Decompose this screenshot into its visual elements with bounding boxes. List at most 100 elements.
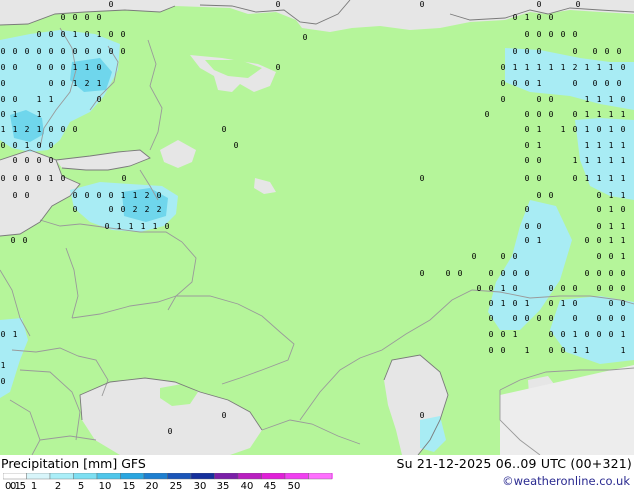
precip-value-label: 0	[13, 191, 18, 200]
precip-value-label: 0	[621, 95, 626, 104]
precip-value-label: 0	[573, 314, 578, 323]
precip-value-label: 0	[525, 269, 530, 278]
precip-value-label: 0	[222, 411, 227, 420]
precip-value-label: 0	[49, 47, 54, 56]
precip-value-label: 0	[513, 299, 518, 308]
precip-value-label: 1	[609, 110, 614, 119]
color-scale-ticks: 0.10.5 1 2 5 10 15 20 25 30 35 40 45 50	[5, 481, 300, 490]
precip-value-label: 0	[537, 0, 542, 9]
credit-link[interactable]: ©weatheronline.co.uk	[502, 474, 630, 488]
precip-value-label: 1	[501, 299, 506, 308]
precip-value-label: 1	[97, 30, 102, 39]
precip-value-label: 0	[1, 330, 6, 339]
color-scale-swatch	[120, 473, 145, 480]
color-scale-tick-label: 40	[241, 481, 254, 490]
precip-value-label: 0	[605, 79, 610, 88]
precip-value-label: 1	[585, 95, 590, 104]
precip-value-label: 2	[573, 63, 578, 72]
precip-value-label: 0	[537, 95, 542, 104]
precip-value-label: 0	[109, 205, 114, 214]
precip-value-label: 0	[525, 174, 530, 183]
precip-value-label: 0	[1, 377, 6, 386]
precip-value-label: 0	[525, 141, 530, 150]
precip-value-label: 1	[573, 156, 578, 165]
precip-value-label: 0	[609, 330, 614, 339]
precip-value-label: 0	[13, 156, 18, 165]
precip-value-label: 0	[73, 205, 78, 214]
precip-value-label: 0	[446, 269, 451, 278]
color-scale-tick-label: 5	[78, 481, 84, 490]
precip-value-label: 0	[549, 330, 554, 339]
precip-value-label: 0	[276, 0, 281, 9]
color-scale-tick-label: 0.5	[10, 481, 26, 490]
legend-model: GFS	[121, 456, 146, 471]
precip-value-label: 1	[537, 236, 542, 245]
precip-value-label: 0	[73, 125, 78, 134]
precip-value-label: 0	[489, 284, 494, 293]
precip-value-label: 1	[97, 79, 102, 88]
precip-value-label: 1	[621, 330, 626, 339]
precip-value-label: 0	[597, 269, 602, 278]
map-canvas: 0 0 0 00 0 0 1 0 1 0 00 0 0 0 0 0 0 0 0 0 00 0 0 0 0 1 1 00 0 0 1 2 10 0 1…	[0, 0, 634, 455]
precip-value-label: 0	[573, 299, 578, 308]
precip-value-label: 1	[585, 125, 590, 134]
precip-value-label: 0	[597, 205, 602, 214]
precip-value-label: 0	[609, 314, 614, 323]
precip-value-label: 0	[49, 156, 54, 165]
precip-value-label: 1	[73, 63, 78, 72]
precip-value-label: 0	[25, 174, 30, 183]
precip-value-label: 2	[145, 191, 150, 200]
precip-value-label: 0	[13, 47, 18, 56]
precip-value-label: 0	[537, 13, 542, 22]
precip-value-label: 0	[525, 47, 530, 56]
precip-value-label: 1	[585, 156, 590, 165]
precip-value-label: 0	[73, 47, 78, 56]
precip-value-label: 0	[25, 156, 30, 165]
legend-variable: Precipitation [mm]	[1, 456, 118, 471]
precip-value-label: 0	[61, 30, 66, 39]
precip-value-label: 1	[609, 174, 614, 183]
precip-value-label: 0	[1, 63, 6, 72]
precip-value-label: 0	[549, 30, 554, 39]
precip-value-label: 2	[85, 79, 90, 88]
precip-value-label: 1	[537, 63, 542, 72]
color-scale-tick-label: 10	[99, 481, 112, 490]
precip-value-label: 0	[49, 79, 54, 88]
precip-value-label: 1	[597, 156, 602, 165]
precip-value-label: 1	[609, 205, 614, 214]
precip-value-label: 1	[525, 346, 530, 355]
precip-value-label: 0	[525, 236, 530, 245]
precip-value-label: 0	[61, 13, 66, 22]
precip-value-label: 0	[549, 191, 554, 200]
precip-value-label: 0	[513, 269, 518, 278]
precip-value-label: 0	[525, 79, 530, 88]
precip-value-label: 0	[597, 191, 602, 200]
precip-value-label: 1	[585, 346, 590, 355]
precip-value-label: 0	[61, 79, 66, 88]
precip-value-label: 0	[61, 63, 66, 72]
precip-value-label: 0	[525, 222, 530, 231]
precip-value-label: 0	[597, 252, 602, 261]
precip-value-label: 1	[621, 252, 626, 261]
color-scale-tick-label: 50	[288, 481, 301, 490]
precip-value-label: 0	[597, 222, 602, 231]
precip-value-label: 0	[234, 141, 239, 150]
precip-value-label: 0	[1, 174, 6, 183]
precip-value-label: 0	[49, 63, 54, 72]
precip-value-label: 0	[525, 314, 530, 323]
precip-value-label: 1	[585, 141, 590, 150]
color-scale-arrow	[332, 473, 333, 479]
precip-value-label: 0	[85, 13, 90, 22]
color-scale-swatch	[308, 473, 333, 480]
precip-value-label: 1	[141, 222, 146, 231]
precip-value-label: 0	[561, 30, 566, 39]
precip-value-label: 0	[25, 47, 30, 56]
precip-value-label: 0	[105, 222, 110, 231]
precip-value-label: 1	[133, 191, 138, 200]
precip-value-label: 0	[549, 13, 554, 22]
precip-value-label: 0	[37, 156, 42, 165]
precip-value-label: 1	[525, 63, 530, 72]
color-scale-tick-label: 15	[123, 481, 136, 490]
precip-value-label: 0	[549, 314, 554, 323]
precip-value-label: 1	[609, 141, 614, 150]
